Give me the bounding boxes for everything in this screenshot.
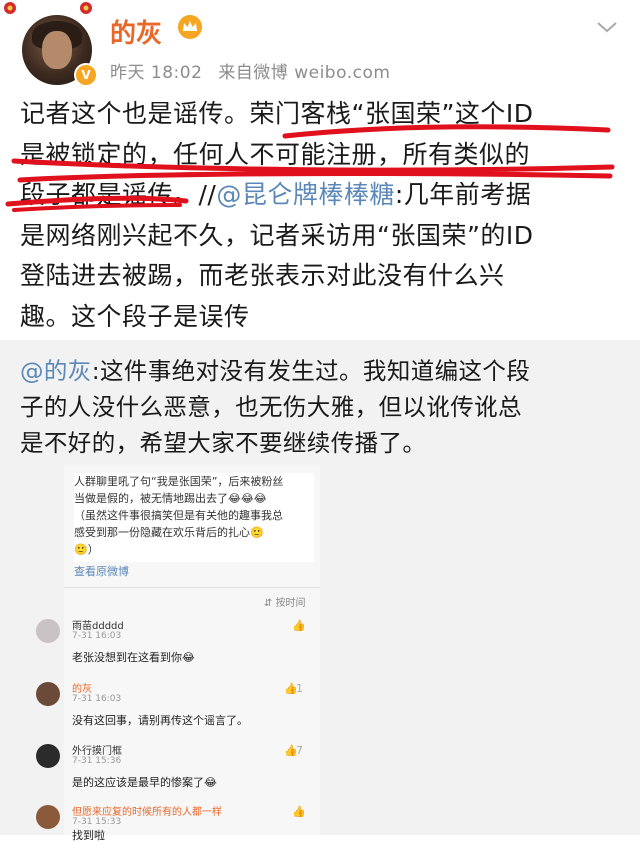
sort-by-time[interactable]: ⇵ 按时间 (264, 594, 306, 609)
repost-text: @的灰:这件事绝对没有发生过。我知道编这个段 子的人没什么恶意，也无伤大雅，但以… (20, 353, 620, 461)
festive-decoration-icon (4, 2, 16, 14)
post-body: 记者这个也是谣传。荣门客栈“张国荣”这个ID 是被锁定的，任何人不可能注册，所有… (20, 94, 620, 338)
post-line-text: 段子都是谣传。// (20, 180, 217, 210)
quote-line: 感受到那一份隐藏在欢乐背后的扎心🙂 (74, 526, 264, 539)
comment-text: 是的这应该是最早的惨案了😂 (72, 776, 217, 789)
comment-avatar[interactable] (36, 744, 60, 768)
comment-time: 7-31 15:36 (72, 756, 122, 766)
like-count: 7 (296, 744, 303, 757)
repost-line: @的灰:这件事绝对没有发生过。我知道编这个段 (20, 353, 620, 389)
mention-link[interactable]: @的灰 (20, 357, 92, 385)
post-line: 记者这个也是谣传。荣门客栈“张国荣”这个ID (20, 99, 534, 128)
comment-name[interactable]: 的灰 (72, 680, 92, 695)
comment-item[interactable]: 的灰 7-31 16:03 没有这回事，请别再传这个谣言了。 👍1 (36, 680, 320, 738)
comment-item[interactable]: 外行摸门框 7-31 15:36 是的这应该是最早的惨案了😂 👍7 (36, 742, 320, 800)
quote-line: 🙂） (74, 543, 99, 556)
comment-name[interactable]: 但愿来应复的时候所有的人都一样 (72, 803, 222, 818)
username[interactable]: 的灰 (110, 13, 162, 50)
post-line: 段子都是谣传。//@昆仑牌棒棒糖:几年前考据 (20, 175, 620, 216)
view-original-link[interactable]: 查看原微博 (74, 563, 129, 579)
verified-badge-icon: V (74, 63, 98, 87)
like-button[interactable]: 👍 (292, 805, 306, 818)
quote-line: 当做是假的，被无情地踢出去了😂😂😂 (74, 492, 267, 505)
like-thumb-icon: 👍 (292, 805, 306, 818)
like-button[interactable]: 👍7 (284, 744, 303, 757)
repost-line-text: :这件事绝对没有发生过。我知道编这个段 (91, 357, 531, 385)
quoted-post: 人群聊里吼了句“我是张国荣”，后来被粉丝 当做是假的，被无情地踢出去了😂😂😂 （… (74, 473, 314, 562)
comment-avatar[interactable] (36, 619, 60, 643)
repost-line: 是不好的，希望大家不要继续传播了。 (20, 429, 427, 457)
divider (64, 587, 320, 588)
like-button[interactable]: 👍1 (284, 682, 303, 695)
festive-decoration-icon (80, 2, 92, 14)
comment-item[interactable]: 雨苗ddddd 7-31 16:03 老张没想到在这看到你😂 👍 (36, 617, 320, 675)
comment-time: 7-31 15:33 (72, 817, 122, 827)
post-header: V 的灰 昨天 18:02 来自微博 weibo.com (0, 0, 640, 92)
post-line-text: :几年前考据 (394, 180, 532, 210)
like-count: 1 (296, 682, 303, 695)
quote-line: （虽然这件事很搞笑但是有关他的趣事我总 (74, 509, 283, 522)
comment-item[interactable]: 但愿来应复的时候所有的人都一样 7-31 15:33 找到啦 👍 (36, 803, 320, 861)
post-line: 是网络刚兴起不久，记者采访用“张国荣”的ID (20, 220, 534, 250)
comment-time: 7-31 16:03 (72, 694, 122, 704)
comment-text: 没有这回事，请别再传这个谣言了。 (72, 714, 248, 727)
comment-avatar[interactable] (36, 682, 60, 706)
embedded-screenshot[interactable]: 人群聊里吼了句“我是张国荣”，后来被粉丝 当做是假的，被无情地踢出去了😂😂😂 （… (36, 465, 320, 842)
post-time: 昨天 18:02 (110, 63, 203, 83)
comment-name[interactable]: 雨苗ddddd (72, 617, 124, 632)
post-line: 是被锁定的，任何人不可能注册，所有类似的 (20, 139, 531, 169)
like-button[interactable]: 👍 (292, 619, 306, 632)
quote-line: 人群聊里吼了句“我是张国荣”，后来被粉丝 (74, 475, 284, 488)
comment-text: 找到啦 (72, 829, 105, 842)
post-source[interactable]: 来自微博 weibo.com (218, 63, 390, 83)
avatar-face (42, 31, 72, 69)
comment-avatar[interactable] (36, 805, 60, 829)
comment-time: 7-31 16:03 (72, 631, 122, 641)
repost-line: 子的人没什么恶意，也无伤大雅，但以讹传讹总 (20, 393, 522, 421)
like-thumb-icon: 👍 (284, 744, 298, 757)
post-line: 趣。这个段子是误传 (20, 301, 250, 331)
like-thumb-icon: 👍 (292, 619, 306, 632)
repost-section[interactable]: @的灰:这件事绝对没有发生过。我知道编这个段 子的人没什么恶意，也无伤大雅，但以… (0, 340, 640, 842)
comment-name[interactable]: 外行摸门框 (72, 742, 122, 757)
crown-icon (178, 15, 202, 39)
sort-label: 按时间 (275, 598, 306, 609)
mention-link[interactable]: @昆仑牌棒棒糖 (216, 180, 395, 209)
comment-text: 老张没想到在这看到你😂 (72, 651, 195, 664)
like-thumb-icon: 👍 (284, 682, 298, 695)
post-line: 登陆进去被踢，而老张表示对此没有什么兴 (20, 261, 505, 291)
chevron-down-icon[interactable] (596, 20, 618, 34)
post-meta: 昨天 18:02 来自微博 weibo.com (110, 58, 400, 83)
